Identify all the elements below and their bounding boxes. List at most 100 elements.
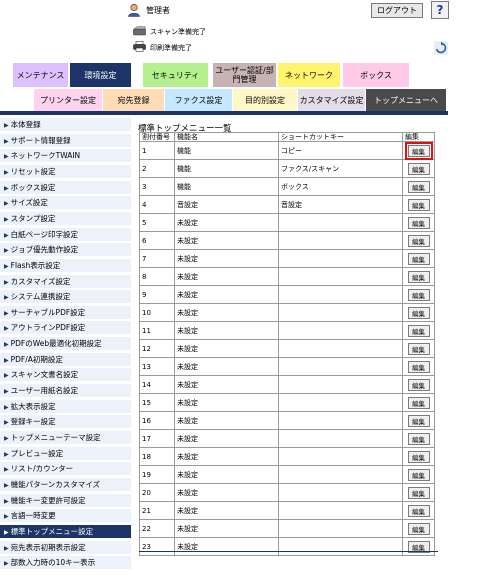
edit-button[interactable]: 編集	[407, 468, 430, 481]
edit-button[interactable]: 編集	[407, 504, 430, 517]
edit-button[interactable]: 編集	[407, 432, 430, 445]
sidebar-item[interactable]: ▶ Flash表示設定	[0, 258, 131, 273]
row-number: 6	[139, 231, 175, 250]
tab-3[interactable]: セキュリティ	[143, 63, 208, 87]
sidebar-item[interactable]: ▶ PDFのWeb最適化初期設定	[0, 337, 131, 352]
sidebar-item[interactable]: ▶ 標準トップメニュー設定	[0, 524, 131, 539]
sidebar-item[interactable]: ▶ 機能キー変更許可設定	[0, 493, 131, 508]
scanner-icon	[133, 26, 146, 36]
print-status: 印刷準備完了	[150, 44, 192, 52]
subtab-2[interactable]: 宛先登録	[103, 89, 164, 111]
sidebar-item[interactable]: ▶ スタンプ設定	[0, 211, 131, 226]
edit-button[interactable]: 編集	[407, 324, 430, 337]
edit-button[interactable]: 編集	[407, 216, 430, 229]
sidebar-item-label: プレビュー設定	[10, 448, 64, 458]
edit-button[interactable]: 編集	[407, 252, 430, 265]
tab-6[interactable]: ボックス	[343, 63, 409, 87]
edit-button[interactable]: 編集	[407, 234, 430, 247]
row-number: 19	[139, 465, 175, 484]
row-number: 13	[139, 357, 175, 376]
row-shortcut	[278, 393, 403, 412]
subtab-5[interactable]: カスタマイズ設定	[298, 89, 365, 111]
sidebar-item[interactable]: ▶ リスト/カウンター	[0, 462, 131, 477]
subtab-4[interactable]: 目的別設定	[233, 89, 297, 111]
row-edit-cell: 編集	[402, 519, 435, 538]
sidebar-item[interactable]: ▶ ネットワークTWAIN	[0, 149, 131, 164]
edit-button[interactable]: 編集	[407, 396, 430, 409]
edit-button[interactable]: 編集	[407, 180, 430, 193]
sidebar-item[interactable]: ▶ プレビュー設定	[0, 446, 131, 461]
sidebar-item[interactable]: ▶ 拡大表示設定	[0, 399, 131, 414]
row-shortcut	[278, 267, 403, 286]
help-button[interactable]: ?	[431, 1, 449, 19]
sidebar-item[interactable]: ▶ サイズ設定	[0, 196, 131, 211]
sidebar-item-label: PDFのWeb最適化初期設定	[10, 339, 102, 349]
row-number: 23	[139, 537, 175, 556]
top-menu-table: 割付番号 機能名 ショートカットキー 編集 1 機能 コピー 編集 2 機能 ファクス/スキ…	[139, 132, 435, 556]
edit-button[interactable]: 編集	[407, 198, 430, 211]
subtab-6[interactable]: トップメニューへ	[366, 89, 446, 111]
sidebar-item[interactable]: ▶ 機能パターンカスタマイズ	[0, 477, 131, 492]
tab-4[interactable]: ユーザー認証/部門管理	[213, 63, 276, 87]
sidebar-item[interactable]: ▶ PDF/A初期設定	[0, 352, 131, 367]
sidebar-item[interactable]: ▶ ジョブ優先動作設定	[0, 243, 131, 258]
sidebar: ▶ 本体登録 ▶ サポート情報登録 ▶ ネットワークTWAIN ▶ リセット設定 ▶ ボックス設定…	[0, 118, 131, 581]
sidebar-item[interactable]: ▶ トップメニューテーマ設定	[0, 431, 131, 445]
arrow-icon: ▶	[4, 153, 9, 161]
row-function: 未設定	[174, 357, 279, 376]
row-edit-cell: 編集	[402, 537, 435, 556]
sidebar-item[interactable]: ▶ 宛先表示初期表示設定	[0, 540, 131, 555]
edit-button[interactable]: 編集	[407, 270, 430, 283]
sidebar-item[interactable]: ▶ 本体登録	[0, 118, 131, 132]
arrow-icon: ▶	[4, 200, 9, 208]
row-shortcut	[278, 375, 403, 394]
row-function: 音設定	[174, 195, 279, 214]
sidebar-item[interactable]: ▶ サーチャブルPDF設定	[0, 305, 131, 320]
sidebar-item-label: 本体登録	[10, 120, 41, 129]
row-number: 22	[139, 519, 175, 538]
tab-1[interactable]: メンテナンス	[13, 63, 68, 87]
logout-button[interactable]: ログアウト	[371, 3, 423, 18]
edit-button[interactable]: 編集	[407, 288, 430, 301]
sidebar-item[interactable]: ▶ スキャン文書名設定	[0, 368, 131, 383]
tab-5[interactable]: ネットワーク	[278, 63, 340, 87]
sidebar-item[interactable]: ▶ リセット設定	[0, 164, 131, 179]
edit-button[interactable]: 編集	[407, 342, 430, 355]
sidebar-item[interactable]: ▶ 登録キー設定	[0, 415, 131, 430]
edit-button[interactable]: 編集	[404, 141, 433, 160]
sidebar-item[interactable]: ▶ カスタマイズ設定	[0, 274, 131, 289]
edit-button[interactable]: 編集	[407, 306, 430, 319]
sidebar-item[interactable]: ▶ システム連携設定	[0, 290, 131, 305]
sidebar-item-label: アウトラインPDF設定	[10, 323, 86, 333]
row-number: 4	[139, 195, 175, 214]
sidebar-item[interactable]: ▶ 白紙ページ印字設定	[0, 227, 131, 242]
tab-2[interactable]: 環境設定	[70, 63, 131, 87]
row-shortcut	[278, 339, 403, 358]
subtab-1[interactable]: プリンター設定	[34, 89, 102, 111]
sidebar-item[interactable]: ▶ 言語一時変更	[0, 509, 131, 524]
edit-button[interactable]: 編集	[407, 450, 430, 463]
row-edit-cell: 編集	[402, 231, 435, 250]
edit-button[interactable]: 編集	[407, 486, 430, 499]
row-edit-cell: 編集	[402, 375, 435, 394]
edit-button[interactable]: 編集	[407, 162, 430, 175]
refresh-icon[interactable]	[434, 41, 448, 55]
row-shortcut	[278, 321, 403, 340]
sidebar-item[interactable]: ▶ アウトラインPDF設定	[0, 321, 131, 336]
sidebar-item[interactable]: ▶ ユーザー用紙名設定	[0, 384, 131, 399]
row-edit-cell: 編集	[402, 429, 435, 448]
sidebar-item[interactable]: ▶ サポート情報登録	[0, 133, 131, 148]
arrow-icon: ▶	[4, 403, 9, 411]
edit-button[interactable]: 編集	[407, 360, 430, 373]
edit-button[interactable]: 編集	[407, 522, 430, 535]
tab-underline	[0, 111, 448, 115]
row-edit-cell: 編集	[402, 321, 435, 340]
subtab-3[interactable]: ファクス設定	[165, 89, 232, 111]
sidebar-item[interactable]: ▶ 部数入力時の10キー表示	[0, 556, 131, 571]
edit-button[interactable]: 編集	[407, 414, 430, 427]
edit-button[interactable]: 編集	[407, 378, 430, 391]
column-header-function: 機能名	[174, 132, 279, 142]
sidebar-item[interactable]: ▶ ボックス設定	[0, 180, 131, 195]
table-row: 8 未設定 編集	[139, 267, 435, 286]
arrow-icon: ▶	[4, 278, 9, 286]
